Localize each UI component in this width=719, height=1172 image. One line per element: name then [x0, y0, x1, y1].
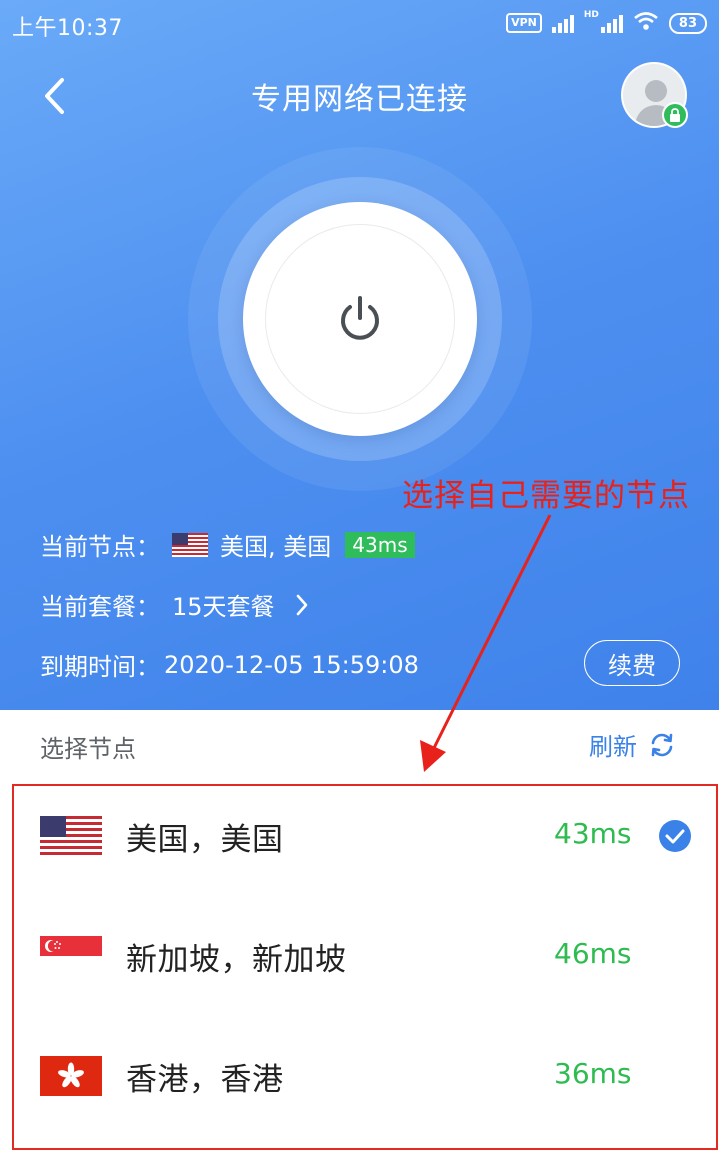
current-plan-value: 15天套餐 — [172, 593, 275, 621]
us-flag-icon — [172, 532, 208, 557]
refresh-icon — [651, 733, 673, 756]
hd-icon: HD — [583, 10, 599, 20]
renew-button[interactable]: 续费 — [584, 640, 680, 686]
node-item-us[interactable]: 美国，美国 43ms — [14, 786, 716, 906]
current-node-value: 美国, 美国 — [220, 533, 332, 561]
current-node-latency: 43ms — [345, 531, 415, 558]
page-title: 专用网络已连接 — [251, 82, 468, 117]
connection-hero: 上午10:37 VPN HD 83 专用网络已连接 当前节点： 美国, 美国 4… — [0, 0, 719, 710]
chevron-right-icon — [295, 593, 309, 617]
current-plan-row[interactable]: 当前套餐： 15天套餐 — [40, 587, 309, 622]
node-list: 美国，美国 43ms 新加坡，新加坡 46ms 香港，香港 36ms — [12, 784, 718, 1150]
current-node-row: 当前节点： 美国, 美国 43ms — [40, 527, 415, 562]
signal-icon-2 — [600, 13, 623, 33]
node-section-header: 选择节点 刷新 — [0, 710, 719, 780]
hk-flag-icon — [40, 1056, 102, 1096]
signal-icon — [551, 13, 574, 33]
us-flag-icon — [40, 816, 102, 856]
check-circle-icon — [659, 820, 691, 852]
power-button[interactable] — [243, 202, 477, 436]
current-node-label: 当前节点： — [40, 533, 160, 561]
expire-row: 到期时间： 2020-12-05 15:59:08 — [40, 647, 419, 682]
vpn-icon: VPN — [506, 13, 542, 33]
status-bar: 上午10:37 VPN HD 83 — [0, 0, 719, 52]
wifi-icon — [633, 11, 659, 35]
node-item-hk[interactable]: 香港，香港 36ms — [14, 1026, 716, 1146]
expire-label: 到期时间： — [40, 653, 160, 681]
node-latency: 46ms — [554, 937, 632, 970]
status-time: 上午10:37 — [12, 16, 123, 41]
refresh-label: 刷新 — [589, 733, 637, 761]
node-latency: 43ms — [554, 817, 632, 850]
refresh-button[interactable]: 刷新 — [589, 727, 675, 762]
node-name: 香港，香港 — [126, 1062, 284, 1098]
lock-icon — [662, 102, 688, 128]
node-name: 新加坡，新加坡 — [126, 942, 347, 978]
battery-icon: 83 — [668, 12, 707, 34]
annotation-text: 选择自己需要的节点 — [402, 478, 690, 514]
expire-value: 2020-12-05 15:59:08 — [164, 650, 419, 679]
status-icons: VPN HD 83 — [506, 10, 707, 35]
node-latency: 36ms — [554, 1057, 632, 1090]
sg-flag-icon — [40, 936, 102, 976]
section-title: 选择节点 — [40, 735, 136, 763]
node-item-sg[interactable]: 新加坡，新加坡 46ms — [14, 906, 716, 1026]
power-icon — [341, 296, 379, 340]
current-plan-label: 当前套餐： — [40, 593, 160, 621]
node-name: 美国，美国 — [126, 822, 284, 858]
